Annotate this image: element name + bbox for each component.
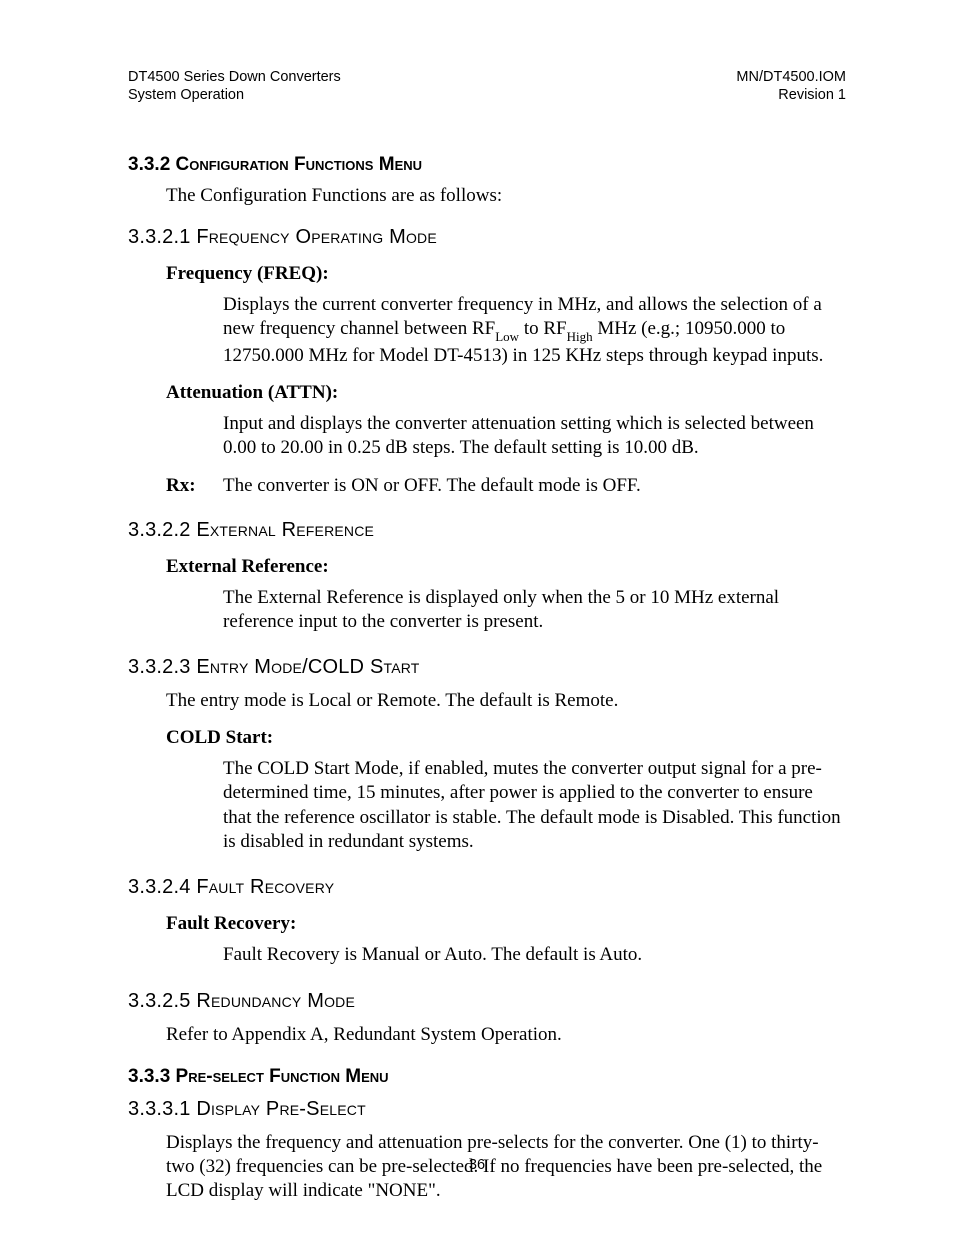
heading-number: 3.3.2.3 (128, 656, 191, 678)
header-right-line1: MN/DT4500.IOM (736, 68, 846, 86)
heading-title: External Reference (196, 519, 374, 541)
header-right-line2: Revision 1 (736, 86, 846, 104)
heading-3-3-2: 3.3.2 Configuration Functions Menu (128, 154, 846, 176)
heading-title: Redundancy Mode (196, 990, 355, 1012)
extref-term: External Reference: (166, 556, 846, 578)
heading-number: 3.3.2.4 (128, 876, 191, 898)
heading-3-3-2-5: 3.3.2.5 Redundancy Mode (128, 990, 846, 1013)
heading-number: 3.3.3.1 (128, 1098, 191, 1120)
heading-3-3-2-2: 3.3.2.2 External Reference (128, 519, 846, 542)
header-right: MN/DT4500.IOM Revision 1 (736, 68, 846, 104)
heading-title: Fault Recovery (196, 876, 334, 898)
page: DT4500 Series Down Converters System Ope… (0, 0, 954, 1235)
header-left: DT4500 Series Down Converters System Ope… (128, 68, 341, 104)
heading-number: 3.3.2.5 (128, 990, 191, 1012)
heading-number: 3.3.2 (128, 154, 170, 175)
header-left-line2: System Operation (128, 86, 341, 104)
faultrecovery-term: Fault Recovery: (166, 913, 846, 935)
entry-mode-intro: The entry mode is Local or Remote. The d… (166, 689, 846, 713)
rx-row: Rx: The converter is ON or OFF. The defa… (166, 475, 846, 497)
attn-body: Input and displays the converter attenua… (223, 412, 846, 461)
heading-title: Configuration Functions Menu (176, 154, 422, 175)
freq-term: Frequency (FREQ): (166, 263, 846, 285)
heading-number: 3.3.2.2 (128, 519, 191, 541)
redundancy-body: Refer to Appendix A, Redundant System Op… (166, 1023, 846, 1047)
attn-term: Attenuation (ATTN): (166, 382, 846, 404)
rf-low-subscript: Low (495, 329, 519, 344)
coldstart-body: The COLD Start Mode, if enabled, mutes t… (223, 757, 846, 854)
page-header: DT4500 Series Down Converters System Ope… (128, 68, 846, 104)
heading-3-3-2-4: 3.3.2.4 Fault Recovery (128, 876, 846, 899)
heading-3-3-2-1: 3.3.2.1 Frequency Operating Mode (128, 226, 846, 249)
rx-body: The converter is ON or OFF. The default … (223, 475, 641, 497)
heading-3-3-2-3: 3.3.2.3 Entry Mode/COLD Start (128, 656, 846, 679)
heading-number: 3.3.3 (128, 1066, 170, 1087)
header-left-line1: DT4500 Series Down Converters (128, 68, 341, 86)
rx-label: Rx: (166, 475, 223, 497)
section-3-3-2-intro: The Configuration Functions are as follo… (166, 184, 846, 208)
freq-body: Displays the current converter frequency… (223, 293, 846, 368)
coldstart-term: COLD Start: (166, 727, 846, 749)
heading-3-3-3-1: 3.3.3.1 Display Pre-Select (128, 1098, 846, 1121)
heading-title: Entry Mode/COLD Start (196, 656, 419, 678)
rf-high-subscript: High (567, 329, 593, 344)
faultrecovery-body: Fault Recovery is Manual or Auto. The de… (223, 943, 846, 967)
page-number: 36 (0, 1157, 954, 1173)
freq-body-part-b: to RF (519, 318, 567, 339)
heading-title: Frequency Operating Mode (196, 226, 437, 248)
heading-number: 3.3.2.1 (128, 226, 191, 248)
heading-title: Pre-select Function Menu (176, 1066, 389, 1087)
heading-3-3-3: 3.3.3 Pre-select Function Menu (128, 1066, 846, 1088)
heading-title: Display Pre-Select (196, 1098, 366, 1120)
extref-body: The External Reference is displayed only… (223, 586, 846, 635)
